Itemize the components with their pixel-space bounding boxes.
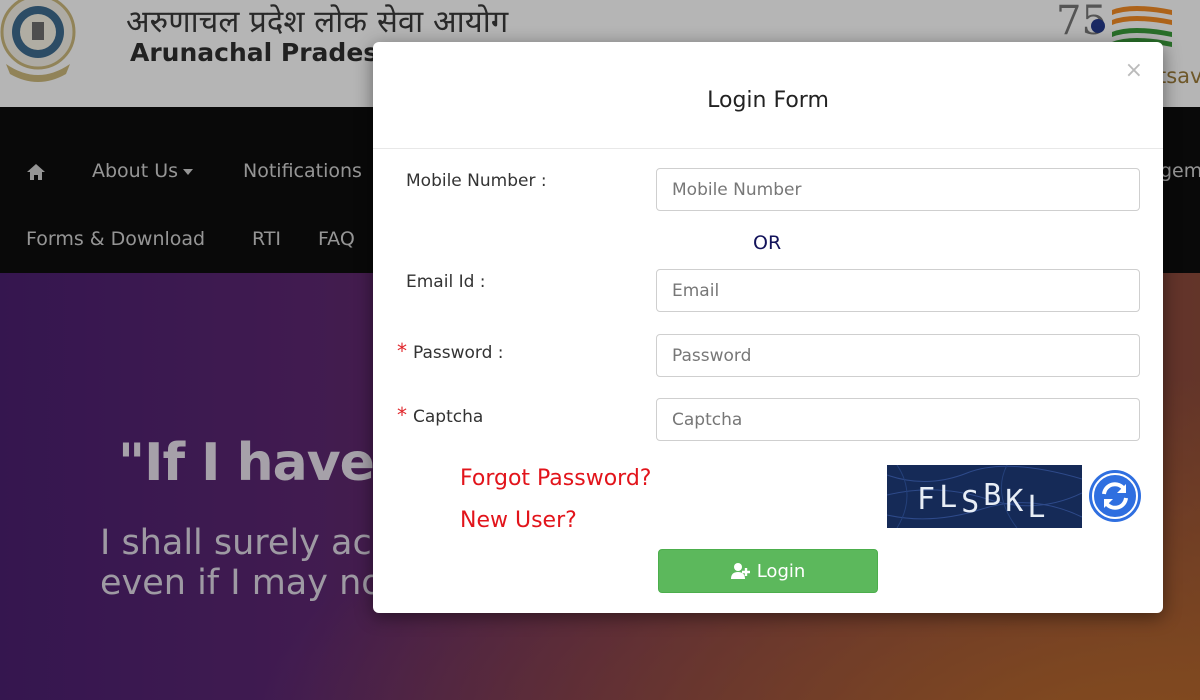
svg-text:FLSBKL: FLSBKL: [917, 478, 1049, 525]
forgot-password-link[interactable]: Forgot Password?: [460, 466, 651, 491]
required-asterisk: *: [397, 339, 407, 363]
captcha-input[interactable]: [656, 398, 1140, 441]
required-asterisk: *: [397, 403, 407, 427]
new-user-link[interactable]: New User?: [460, 508, 577, 533]
mobile-number-label: Mobile Number :: [406, 171, 547, 191]
login-modal: Login Form × Mobile Number : OR Email Id…: [373, 42, 1163, 613]
password-input[interactable]: [656, 334, 1140, 377]
email-label: Email Id :: [406, 272, 486, 292]
refresh-captcha-button[interactable]: [1089, 470, 1141, 522]
user-plus-icon: [730, 563, 750, 579]
captcha-label-group: * Captcha: [397, 403, 483, 427]
modal-header: Login Form ×: [373, 42, 1163, 149]
login-button-label: Login: [756, 560, 806, 582]
password-label-group: * Password :: [397, 339, 504, 363]
refresh-icon: [1092, 473, 1138, 519]
login-button[interactable]: Login: [658, 549, 878, 593]
email-input[interactable]: [656, 269, 1140, 312]
password-label: Password :: [413, 343, 504, 363]
close-button[interactable]: ×: [1125, 60, 1143, 82]
modal-title: Login Form: [707, 88, 829, 113]
captcha-image: FLSBKL: [887, 465, 1082, 528]
captcha-label: Captcha: [413, 407, 484, 427]
mobile-number-input[interactable]: [656, 168, 1140, 211]
captcha-code: FLSBKL: [917, 478, 1049, 525]
or-separator: OR: [753, 232, 782, 254]
